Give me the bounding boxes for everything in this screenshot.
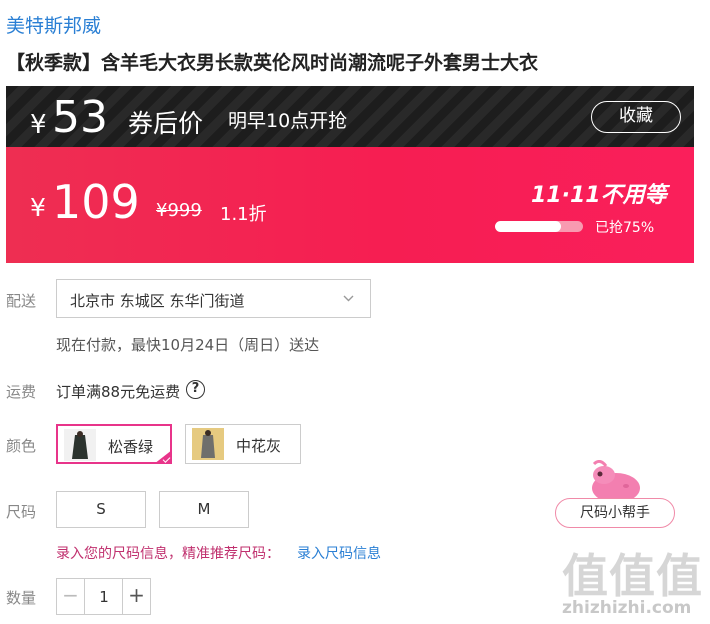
quantity-minus-button[interactable]: − <box>57 579 85 614</box>
freight-label: 运费 <box>6 383 37 401</box>
sold-progress-bar <box>495 221 583 232</box>
dark-green-coat-thumbnail-icon <box>64 429 96 461</box>
quantity-stepper: − + <box>56 578 151 615</box>
size-option-s[interactable]: S <box>56 491 146 528</box>
delivery-info: 现在付款，最快10月24日（周日）送达 <box>56 336 320 354</box>
price-currency: ¥ <box>30 193 46 222</box>
color-option-name: 松香绿 <box>108 438 154 456</box>
promo-text: 不用等 <box>600 183 667 208</box>
size-helper-button[interactable]: 尺码小帮手 <box>555 498 675 528</box>
address-selector[interactable]: 北京市 东城区 东华门街道 <box>56 279 371 318</box>
price-bar: ¥ 109 ¥999 1.1折 11·11不用等 已抢75% <box>6 147 694 263</box>
help-icon[interactable]: ? <box>186 380 205 399</box>
coupon-currency: ¥ <box>30 110 47 140</box>
size-label: 尺码 <box>6 503 37 521</box>
discount-rate: 1.1折 <box>220 204 267 225</box>
size-input-link[interactable]: 录入尺码信息 <box>297 543 381 563</box>
selected-check-icon <box>154 450 172 464</box>
coupon-price-bar: ¥ 53 券后价 明早10点开抢 收藏 <box>6 86 694 147</box>
color-option-name: 中花灰 <box>236 437 282 455</box>
freight-text: 订单满88元免运费 <box>56 383 181 401</box>
quantity-input[interactable] <box>86 579 122 614</box>
color-option-songxianglv[interactable]: 松香绿 <box>56 424 172 464</box>
watermark-site: zhizhizhi.com <box>562 598 692 618</box>
original-price: ¥999 <box>156 200 202 221</box>
size-hint-text: 录入您的尺码信息，精准推荐尺码： <box>56 546 280 562</box>
product-title: 【秋季款】含羊毛大衣男长款英伦风时尚潮流呢子外套男士大衣 <box>6 52 539 74</box>
coupon-label: 券后价 <box>128 109 204 138</box>
color-option-zhonghuahui[interactable]: 中花灰 <box>185 424 301 464</box>
sold-progress-fill <box>495 221 561 232</box>
address-value: 北京市 东城区 东华门街道 <box>70 292 245 310</box>
size-option-m[interactable]: M <box>159 491 249 528</box>
quantity-label: 数量 <box>6 589 37 607</box>
color-label: 颜色 <box>6 437 37 455</box>
quantity-plus-button[interactable]: + <box>122 579 150 614</box>
chevron-down-icon <box>343 295 354 302</box>
watermark-logo: 值值值 <box>562 549 703 603</box>
current-price: 109 <box>52 175 140 229</box>
grey-coat-thumbnail-icon <box>192 428 224 460</box>
coupon-price: 53 <box>52 92 108 143</box>
promo-date: 11·11 <box>531 183 601 208</box>
double-eleven-promo: 11·11不用等 <box>531 177 667 209</box>
watermark: 值值值 zhizhizhi.com <box>556 540 706 624</box>
sold-progress-text: 已抢75% <box>595 220 655 236</box>
coupon-start-time: 明早10点开抢 <box>228 110 348 132</box>
shop-name[interactable]: 美特斯邦威 <box>6 11 101 38</box>
favorite-button[interactable]: 收藏 <box>591 101 681 133</box>
shipping-label: 配送 <box>6 292 37 310</box>
